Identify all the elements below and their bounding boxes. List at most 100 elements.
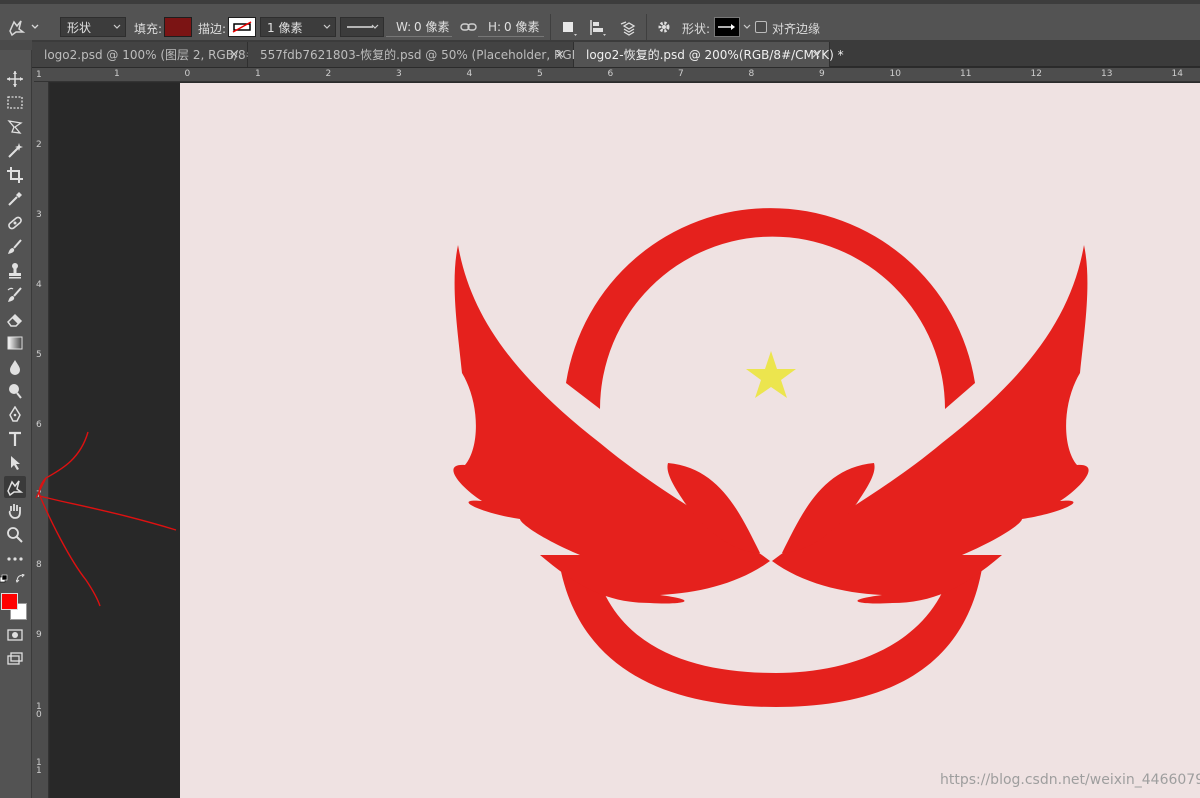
- tool-mode-value: 形状: [67, 20, 92, 35]
- path-selection-tool[interactable]: [4, 452, 26, 474]
- panel-grip[interactable]: [0, 40, 32, 50]
- chevron-down-icon[interactable]: [742, 22, 752, 32]
- watermark: https://blog.csdn.net/weixin_44660792: [940, 772, 1200, 788]
- tool-mode-select[interactable]: 形状: [60, 17, 126, 37]
- gear-icon: [658, 21, 670, 33]
- fill-swatch[interactable]: [164, 17, 192, 37]
- ruler-tick-label: 0: [184, 69, 191, 79]
- ruler-tick-label: 10: [889, 69, 901, 79]
- vertical-ruler[interactable]: 1234567891011: [32, 70, 49, 798]
- custom-shape-tool-preset[interactable]: [6, 17, 42, 40]
- dodge-icon: [9, 384, 22, 399]
- ruler-tick-label: 6: [36, 420, 42, 430]
- path-alignment-button[interactable]: [588, 19, 608, 40]
- stroke-swatch[interactable]: [228, 17, 256, 37]
- more-tools[interactable]: [4, 548, 26, 570]
- horizontal-ruler[interactable]: 1 0 1 2 3 4 5 6 7 8 9 10 11 12 13 14: [34, 68, 1200, 82]
- lasso-icon: [7, 120, 23, 134]
- pen-tool[interactable]: [4, 404, 26, 426]
- eraser-tool[interactable]: [4, 308, 26, 330]
- ruler-tick-label: 4: [36, 280, 42, 290]
- ruler-tick-label: 14: [1171, 69, 1183, 79]
- ruler-tick-label: 7: [678, 69, 684, 79]
- link-dimensions-button[interactable]: [460, 20, 478, 37]
- crop-tool[interactable]: [4, 164, 26, 186]
- ruler-tick-label: 8: [36, 560, 42, 570]
- ruler-tick-label: 5: [537, 69, 543, 79]
- close-icon[interactable]: ×: [811, 47, 821, 61]
- droplet-icon: [10, 360, 20, 375]
- zoom-icon: [7, 527, 23, 543]
- shape-picker[interactable]: [714, 17, 740, 37]
- custom-shape-tool[interactable]: [4, 476, 26, 498]
- link-icon: [460, 23, 477, 31]
- blur-tool[interactable]: [4, 356, 26, 378]
- ruler-tick-label: 5: [36, 350, 42, 360]
- ruler-tick-label: 8: [748, 69, 755, 79]
- screen-mode-icon: [7, 652, 23, 665]
- swap-colors-icon[interactable]: [16, 574, 26, 584]
- no-stroke-icon: [232, 21, 252, 33]
- magic-wand-icon: [8, 143, 23, 158]
- move-tool[interactable]: [4, 68, 26, 90]
- custom-shape-icon: [9, 20, 39, 37]
- stamp-tool[interactable]: [4, 260, 26, 282]
- stamp-icon: [9, 263, 21, 279]
- height-input[interactable]: 0 像素: [478, 17, 544, 37]
- ruler-tick-label: 12: [1030, 69, 1042, 79]
- zoom-tool[interactable]: [4, 524, 26, 546]
- history-brush-tool[interactable]: [4, 284, 26, 306]
- magic-wand-tool[interactable]: [4, 140, 26, 162]
- type-tool[interactable]: [4, 428, 26, 450]
- dodge-tool[interactable]: [4, 380, 26, 402]
- align-edges-label: 对齐边缘: [772, 22, 821, 36]
- workspace: [50, 83, 1200, 798]
- geometry-options-button[interactable]: [656, 19, 674, 40]
- stroke-type-select[interactable]: [340, 17, 384, 37]
- shape-label: 形状:: [682, 22, 711, 36]
- quick-mask-button[interactable]: [4, 624, 26, 646]
- hand-tool[interactable]: [4, 500, 26, 522]
- document-canvas[interactable]: [180, 83, 1200, 798]
- move-icon: [7, 71, 23, 87]
- ruler-tick-label: 6: [607, 69, 614, 79]
- tab-logo2-recovered[interactable]: logo2-恢复的.psd @ 200%(RGB/8#/CMYK) * ×: [574, 42, 844, 67]
- ruler-tick-label: 2: [36, 140, 42, 150]
- ellipsis-icon: [7, 557, 23, 561]
- marquee-icon: [7, 96, 23, 109]
- winged-emblem-logo: [453, 208, 1089, 707]
- quick-mask-icon: [7, 629, 23, 641]
- ruler-tick-label: 3: [36, 210, 42, 220]
- arrow-icon: [11, 456, 20, 470]
- gradient-tool[interactable]: [4, 332, 26, 354]
- pen-icon: [9, 406, 21, 422]
- close-icon[interactable]: ×: [555, 47, 565, 61]
- close-icon[interactable]: ×: [229, 47, 239, 61]
- marquee-tool[interactable]: [4, 92, 26, 114]
- lasso-tool[interactable]: [4, 116, 26, 138]
- default-colors-icon[interactable]: [0, 574, 10, 584]
- foreground-color-swatch[interactable]: [1, 593, 18, 610]
- history-brush-icon: [7, 287, 22, 302]
- eyedropper-tool[interactable]: [4, 188, 26, 210]
- tab-557fdb[interactable]: 557fdb7621803-恢复的.psd @ 50% (Placeholder…: [248, 42, 606, 67]
- brush-icon: [8, 239, 22, 254]
- path-operations-button[interactable]: [560, 19, 578, 40]
- ruler-tick-label: 4: [466, 69, 473, 79]
- align-edges-checkbox[interactable]: [755, 21, 767, 33]
- path-arrangement-button[interactable]: [618, 18, 640, 41]
- ruler-tick-label: 0: [36, 710, 42, 720]
- ruler-tick-label: 1: [114, 69, 120, 79]
- chevron-down-icon: [371, 24, 379, 29]
- ruler-tick-label: 2: [325, 69, 332, 79]
- type-icon: [9, 431, 21, 446]
- stroke-width-select[interactable]: 1 像素: [260, 17, 336, 37]
- healing-brush-tool[interactable]: [4, 212, 26, 234]
- screen-mode-button[interactable]: [4, 648, 26, 670]
- star-icon: [746, 351, 796, 398]
- width-input[interactable]: 0 像素: [386, 17, 452, 37]
- gradient-icon: [7, 336, 23, 350]
- brush-tool[interactable]: [4, 236, 26, 258]
- height-value: 0 像素: [504, 20, 540, 34]
- tab-logo2[interactable]: logo2.psd @ 100% (图层 2, RGB/8#) ×: [32, 42, 260, 67]
